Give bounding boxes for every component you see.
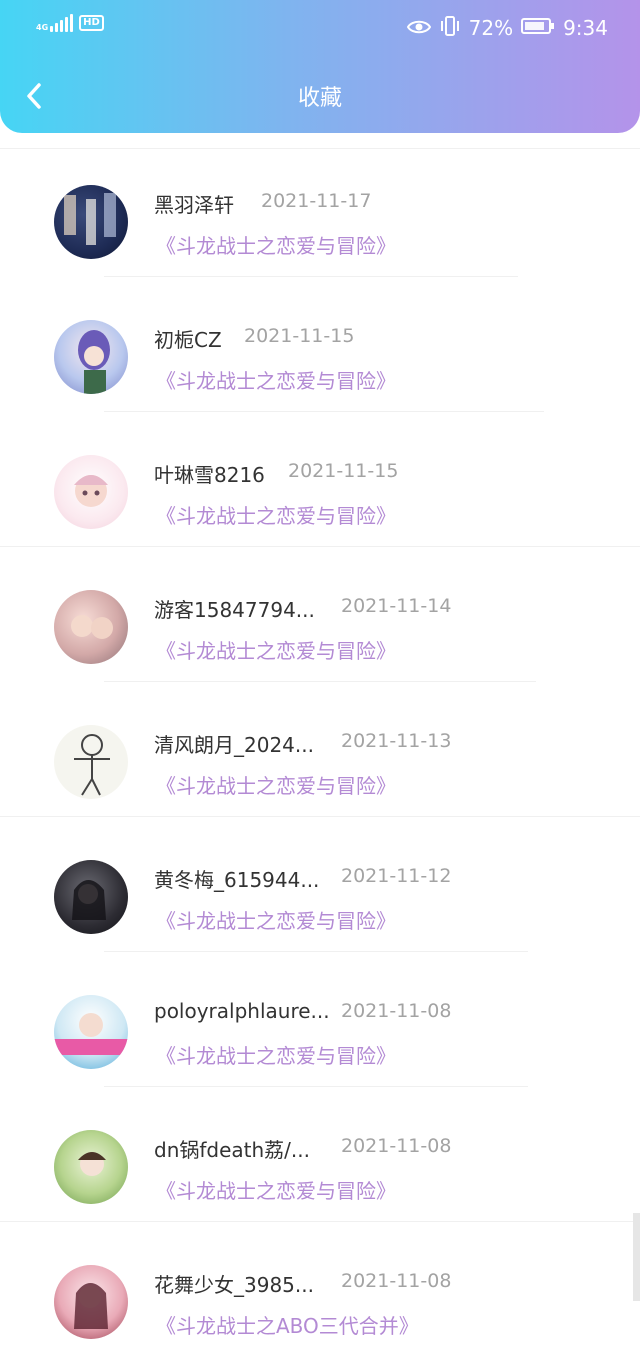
book-title-link[interactable]: 《斗龙战士之恋爱与冒险》 [156, 230, 396, 259]
user-name: 花舞少女_3985... [154, 1273, 314, 1297]
user-name: poloyralphlaure... [154, 999, 330, 1023]
book-title-link[interactable]: 《斗龙战士之恋爱与冒险》 [156, 905, 396, 934]
divider [0, 1221, 640, 1222]
avatar [54, 455, 128, 529]
list-item[interactable]: 黑羽泽轩 2021-11-17 《斗龙战士之恋爱与冒险》 [0, 149, 640, 284]
status-bar-right: 72% 9:34 [406, 14, 608, 42]
list-item[interactable]: dn锅fdeath荔/... 2021-11-08 《斗龙战士之恋爱与冒险》 [0, 1094, 640, 1229]
user-name: 初栀CZ [154, 328, 222, 352]
vibrate-icon [439, 15, 461, 42]
divider [104, 951, 528, 952]
user-name: 游客15847794... [154, 598, 315, 622]
user-name: 黑羽泽轩 [154, 193, 234, 217]
favorite-date: 2021-11-12 [341, 865, 452, 887]
user-name: 清风朗月_2024... [154, 733, 314, 757]
book-title-link[interactable]: 《斗龙战士之ABO三代合并》 [156, 1310, 419, 1339]
favorite-date: 2021-11-08 [341, 1135, 452, 1157]
user-name: 叶琳雪8216 [154, 463, 265, 487]
avatar [54, 320, 128, 394]
hd-badge: HD [79, 15, 104, 31]
divider [104, 276, 518, 277]
status-bar-left: 4G HD [36, 14, 104, 32]
list-item[interactable]: 花舞少女_3985... 2021-11-08 《斗龙战士之ABO三代合并》 [0, 1229, 640, 1364]
book-title-link[interactable]: 《斗龙战士之恋爱与冒险》 [156, 1040, 396, 1069]
app-header: 4G HD 72% 9:34 收藏 [0, 0, 640, 133]
avatar [54, 1265, 128, 1339]
avatar [54, 590, 128, 664]
favorite-date: 2021-11-15 [244, 325, 355, 347]
network-type: 4G [36, 23, 49, 32]
divider [0, 546, 640, 547]
avatar [54, 1130, 128, 1204]
favorite-date: 2021-11-13 [341, 730, 452, 752]
list-item[interactable]: 游客15847794... 2021-11-14 《斗龙战士之恋爱与冒险》 [0, 554, 640, 689]
user-name: 黄冬梅_615944... [154, 868, 320, 892]
battery-percent: 72% [468, 16, 514, 40]
avatar [54, 860, 128, 934]
favorite-date: 2021-11-15 [288, 460, 399, 482]
divider [104, 411, 544, 412]
book-title-link[interactable]: 《斗龙战士之恋爱与冒险》 [156, 1175, 396, 1204]
divider [104, 1086, 528, 1087]
list-item[interactable]: 清风朗月_2024... 2021-11-13 《斗龙战士之恋爱与冒险》 [0, 689, 640, 824]
avatar [54, 995, 128, 1069]
clock: 9:34 [563, 16, 608, 40]
user-name: dn锅fdeath荔/... [154, 1138, 310, 1162]
favorites-list: 黑羽泽轩 2021-11-17 《斗龙战士之恋爱与冒险》 初栀CZ 2021-1… [0, 148, 640, 1352]
signal-icon: 4G [36, 14, 74, 32]
book-title-link[interactable]: 《斗龙战士之恋爱与冒险》 [156, 635, 396, 664]
favorite-date: 2021-11-17 [261, 190, 372, 212]
favorite-date: 2021-11-14 [341, 595, 452, 617]
list-item[interactable]: 黄冬梅_615944... 2021-11-12 《斗龙战士之恋爱与冒险》 [0, 824, 640, 959]
list-item[interactable]: 初栀CZ 2021-11-15 《斗龙战士之恋爱与冒险》 [0, 284, 640, 419]
favorite-date: 2021-11-08 [341, 1270, 452, 1292]
avatar [54, 185, 128, 259]
list-item[interactable]: 叶琳雪8216 2021-11-15 《斗龙战士之恋爱与冒险》 [0, 419, 640, 554]
page-title: 收藏 [297, 86, 342, 111]
book-title-link[interactable]: 《斗龙战士之恋爱与冒险》 [156, 500, 396, 529]
book-title-link[interactable]: 《斗龙战士之恋爱与冒险》 [156, 770, 396, 799]
list-item[interactable]: poloyralphlaure... 2021-11-08 《斗龙战士之恋爱与冒… [0, 959, 640, 1094]
battery-icon [521, 16, 555, 40]
eye-icon [406, 16, 431, 40]
favorite-date: 2021-11-08 [341, 1000, 452, 1022]
book-title-link[interactable]: 《斗龙战士之恋爱与冒险》 [156, 365, 396, 394]
divider [0, 816, 640, 817]
divider [104, 681, 536, 682]
scrollbar[interactable] [633, 1213, 640, 1301]
avatar [54, 725, 128, 799]
